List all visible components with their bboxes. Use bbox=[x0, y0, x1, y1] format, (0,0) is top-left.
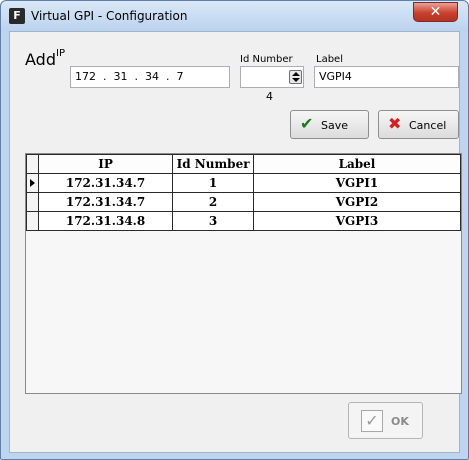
table-row[interactable]: 172.31.34.7 2 VGPI2 bbox=[26, 192, 462, 212]
checkbox-check-icon: ✓ bbox=[361, 410, 383, 432]
table-row[interactable]: 172.31.34.8 3 VGPI3 bbox=[26, 211, 462, 231]
checkmark-icon: ✔ bbox=[300, 114, 314, 133]
cell-label[interactable]: VGPI1 bbox=[252, 173, 462, 193]
save-button[interactable]: ✔ Save bbox=[290, 110, 369, 139]
cell-id-number[interactable]: 3 bbox=[172, 211, 254, 231]
app-icon: F bbox=[9, 8, 25, 24]
cell-label[interactable]: VGPI3 bbox=[252, 211, 462, 231]
cell-ip[interactable]: 172.31.34.8 bbox=[37, 211, 174, 231]
spinner-arrows-icon[interactable] bbox=[289, 70, 302, 84]
gpi-table[interactable]: IP Id Number Label 172.31.34.7 1 VGPI1 1 bbox=[25, 153, 462, 394]
table-row[interactable]: 172.31.34.7 1 VGPI1 bbox=[26, 173, 462, 193]
label-field-label: Label bbox=[316, 54, 343, 65]
column-header-label[interactable]: Label bbox=[252, 154, 462, 174]
table-header-row: IP Id Number Label bbox=[26, 154, 462, 174]
row-indicator-header bbox=[26, 154, 39, 174]
column-header-id-number[interactable]: Id Number bbox=[172, 154, 254, 174]
cancel-x-icon: ✖ bbox=[388, 114, 402, 133]
label-input[interactable]: VGPI4 bbox=[314, 66, 459, 88]
window-title: Virtual GPI - Configuration bbox=[31, 9, 188, 23]
id-number-value: 4 bbox=[265, 90, 273, 103]
row-indicator[interactable] bbox=[26, 192, 39, 212]
cell-id-number[interactable]: 2 bbox=[172, 192, 254, 212]
close-icon: ✕ bbox=[429, 4, 442, 20]
cancel-label: Cancel bbox=[409, 119, 447, 132]
ok-button[interactable]: ✓ OK bbox=[348, 402, 423, 439]
id-number-label: Id Number bbox=[240, 54, 293, 65]
title-bar[interactable]: F Virtual GPI - Configuration ✕ bbox=[1, 1, 468, 31]
ip-label: IP bbox=[56, 48, 65, 59]
save-label: Save bbox=[321, 119, 349, 132]
dialog-body: Add IP 172 . 31 . 34 . 7 Id Number 4 Lab… bbox=[9, 31, 462, 453]
cell-id-number[interactable]: 1 bbox=[172, 173, 254, 193]
row-indicator[interactable] bbox=[26, 211, 39, 231]
dialog-window: F Virtual GPI - Configuration ✕ Add IP 1… bbox=[0, 0, 469, 460]
column-header-ip[interactable]: IP bbox=[37, 154, 174, 174]
add-heading: Add bbox=[25, 50, 56, 69]
cell-ip[interactable]: 172.31.34.7 bbox=[37, 173, 174, 193]
close-button[interactable]: ✕ bbox=[413, 2, 458, 22]
id-number-stepper[interactable]: 4 bbox=[240, 66, 304, 103]
cancel-button[interactable]: ✖ Cancel bbox=[378, 110, 459, 139]
ok-label: OK bbox=[391, 415, 409, 428]
ip-input[interactable]: 172 . 31 . 34 . 7 bbox=[70, 66, 230, 88]
current-row-arrow-icon bbox=[30, 179, 35, 187]
row-indicator[interactable] bbox=[26, 173, 39, 193]
cell-label[interactable]: VGPI2 bbox=[252, 192, 462, 212]
cell-ip[interactable]: 172.31.34.7 bbox=[37, 192, 174, 212]
